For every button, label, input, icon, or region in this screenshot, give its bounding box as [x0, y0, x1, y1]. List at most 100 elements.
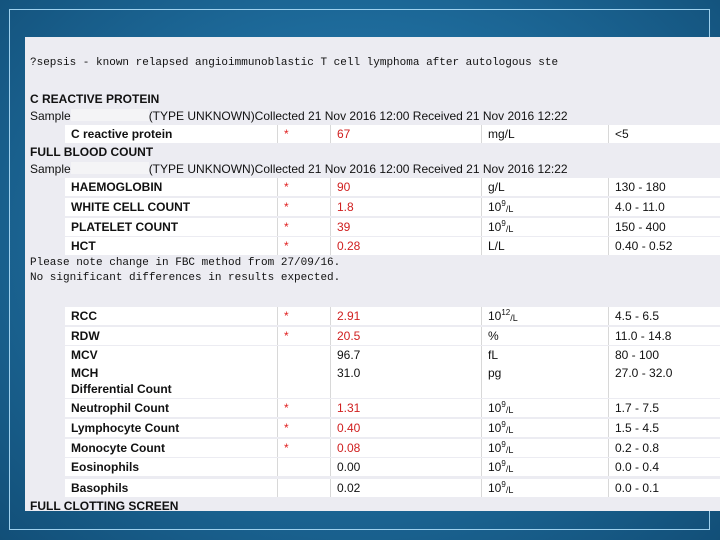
unit-base: 10: [488, 309, 502, 323]
result-value: 20.5: [330, 327, 480, 345]
unit-denominator: /L: [505, 425, 514, 435]
unit: 109/L: [481, 458, 607, 476]
result-value: [330, 380, 480, 398]
test-name: Eosinophils: [71, 460, 140, 474]
result-value: 90: [330, 178, 480, 196]
result-value: 0.40: [330, 419, 480, 437]
reference-range: 150 - 400: [608, 218, 720, 236]
abnormal-flag: [277, 380, 330, 398]
reference-range: 11.0 - 14.8: [608, 327, 720, 345]
table-row: Lymphocyte Count * 0.40 109/L 1.5 - 4.5: [65, 419, 720, 437]
clotting-heading: FULL CLOTTING SCREEN: [30, 499, 179, 511]
sample-details: (TYPE UNKNOWN)Collected 21 Nov 2016 12:0…: [148, 162, 568, 176]
test-name: Differential Count: [71, 382, 172, 396]
unit-base: 10: [488, 220, 502, 234]
result-value: 1.8: [330, 198, 480, 216]
fbc-method-note-1: Please note change in FBC method from 27…: [30, 257, 341, 269]
sample-label: Sample: [30, 109, 71, 123]
unit-base: 10: [488, 481, 502, 495]
result-value: 0.28: [330, 237, 480, 255]
abnormal-flag: *: [277, 178, 330, 196]
reference-range: 4.0 - 11.0: [608, 198, 720, 216]
table-row: Eosinophils 0.00 109/L 0.0 - 0.4: [65, 458, 720, 476]
unit: 109/L: [481, 419, 607, 437]
abnormal-flag: *: [277, 307, 330, 325]
fbc-method-note-2: No significant differences in results ex…: [30, 272, 341, 284]
unit-base: 10: [488, 200, 502, 214]
table-row: C reactive protein * 67 mg/L <5: [65, 125, 720, 143]
reference-range: [608, 380, 720, 398]
reference-range: 0.40 - 0.52: [608, 237, 720, 255]
table-row: Basophils 0.02 109/L 0.0 - 0.1: [65, 479, 720, 497]
table-row: RDW * 20.5% 11.0 - 14.8: [65, 327, 720, 345]
unit-base: 10: [488, 421, 502, 435]
abnormal-flag: [277, 479, 330, 497]
unit-denominator: /L: [505, 204, 514, 214]
reference-range: 1.7 - 7.5: [608, 399, 720, 417]
unit-denominator: /L: [505, 445, 514, 455]
sample-label: Sample: [30, 162, 71, 176]
result-value: 67: [330, 125, 480, 143]
unit-base: 10: [488, 460, 502, 474]
result-value: 39: [330, 218, 480, 236]
abnormal-flag: [277, 458, 330, 476]
unit-denominator: /L: [510, 313, 518, 323]
unit-denominator: /L: [505, 485, 514, 495]
abnormal-flag: *: [277, 218, 330, 236]
test-name: WHITE CELL COUNT: [71, 200, 191, 214]
test-name: RDW: [71, 329, 100, 343]
unit-base: 10: [488, 441, 502, 455]
abnormal-flag: [277, 346, 330, 364]
table-row: RCC * 2.91 1012/L 4.5 - 6.5: [65, 307, 720, 325]
result-value: 96.7: [330, 346, 480, 364]
unit: 109/L: [481, 399, 607, 417]
reference-range: 1.5 - 4.5: [608, 419, 720, 437]
unit: [481, 380, 607, 398]
test-name: RCC: [71, 309, 97, 323]
reference-range: 0.0 - 0.4: [608, 458, 720, 476]
unit-denominator: /L: [505, 224, 514, 234]
result-value: 0.02: [330, 479, 480, 497]
reference-range: 4.5 - 6.5: [608, 307, 720, 325]
fbc-sample-line: Sample (TYPE UNKNOWN)Collected 21 Nov 201…: [30, 162, 568, 176]
table-row: Neutrophil Count * 1.31 109/L 1.7 - 7.5: [65, 399, 720, 417]
abnormal-flag: *: [277, 419, 330, 437]
reference-range: 0.2 - 0.8: [608, 439, 720, 457]
unit-denominator: /L: [505, 405, 514, 415]
result-value: 0.08: [330, 439, 480, 457]
unit-exponent: 12: [501, 308, 511, 317]
result-value: 2.91: [330, 307, 480, 325]
table-row: Differential Count: [65, 380, 720, 398]
table-row: PLATELET COUNT * 39 109/L 150 - 400: [65, 218, 720, 236]
abnormal-flag: *: [277, 198, 330, 216]
reference-range: <5: [608, 125, 720, 143]
reference-range: 80 - 100: [608, 346, 720, 364]
table-row: HAEMOGLOBIN * 90 g/L 130 - 180: [65, 178, 720, 196]
test-name: Neutrophil Count: [71, 401, 169, 415]
abnormal-flag: *: [277, 237, 330, 255]
test-name: Lymphocyte Count: [71, 421, 180, 435]
reference-range: 0.0 - 0.1: [608, 479, 720, 497]
pathology-report: ?sepsis - known relapsed angioimmunoblas…: [25, 37, 720, 511]
abnormal-flag: *: [277, 125, 330, 143]
unit: 109/L: [481, 218, 607, 236]
sample-details: (TYPE UNKNOWN)Collected 21 Nov 2016 12:0…: [148, 109, 568, 123]
abnormal-flag: *: [277, 439, 330, 457]
abnormal-flag: *: [277, 399, 330, 417]
test-name: HCT: [71, 239, 96, 253]
redacted-sample-id: [70, 162, 149, 174]
test-name: HAEMOGLOBIN: [71, 180, 163, 194]
result-value: 0.00: [330, 458, 480, 476]
test-name: Basophils: [71, 481, 129, 495]
unit-denominator: /L: [505, 464, 514, 474]
unit: 109/L: [481, 439, 607, 457]
unit: 1012/L: [481, 307, 607, 325]
table-row: MCV 96.7 fL 80 - 100: [65, 346, 720, 364]
unit-base: 10: [488, 401, 502, 415]
test-name: Monocyte Count: [71, 441, 165, 455]
reference-range: 130 - 180: [608, 178, 720, 196]
result-value: 1.31: [330, 399, 480, 417]
table-row: Monocyte Count * 0.08 109/L 0.2 - 0.8: [65, 439, 720, 457]
fbc-heading: FULL BLOOD COUNT: [30, 145, 154, 159]
table-row: HCT * 0.28 L/L 0.40 - 0.52: [65, 237, 720, 255]
